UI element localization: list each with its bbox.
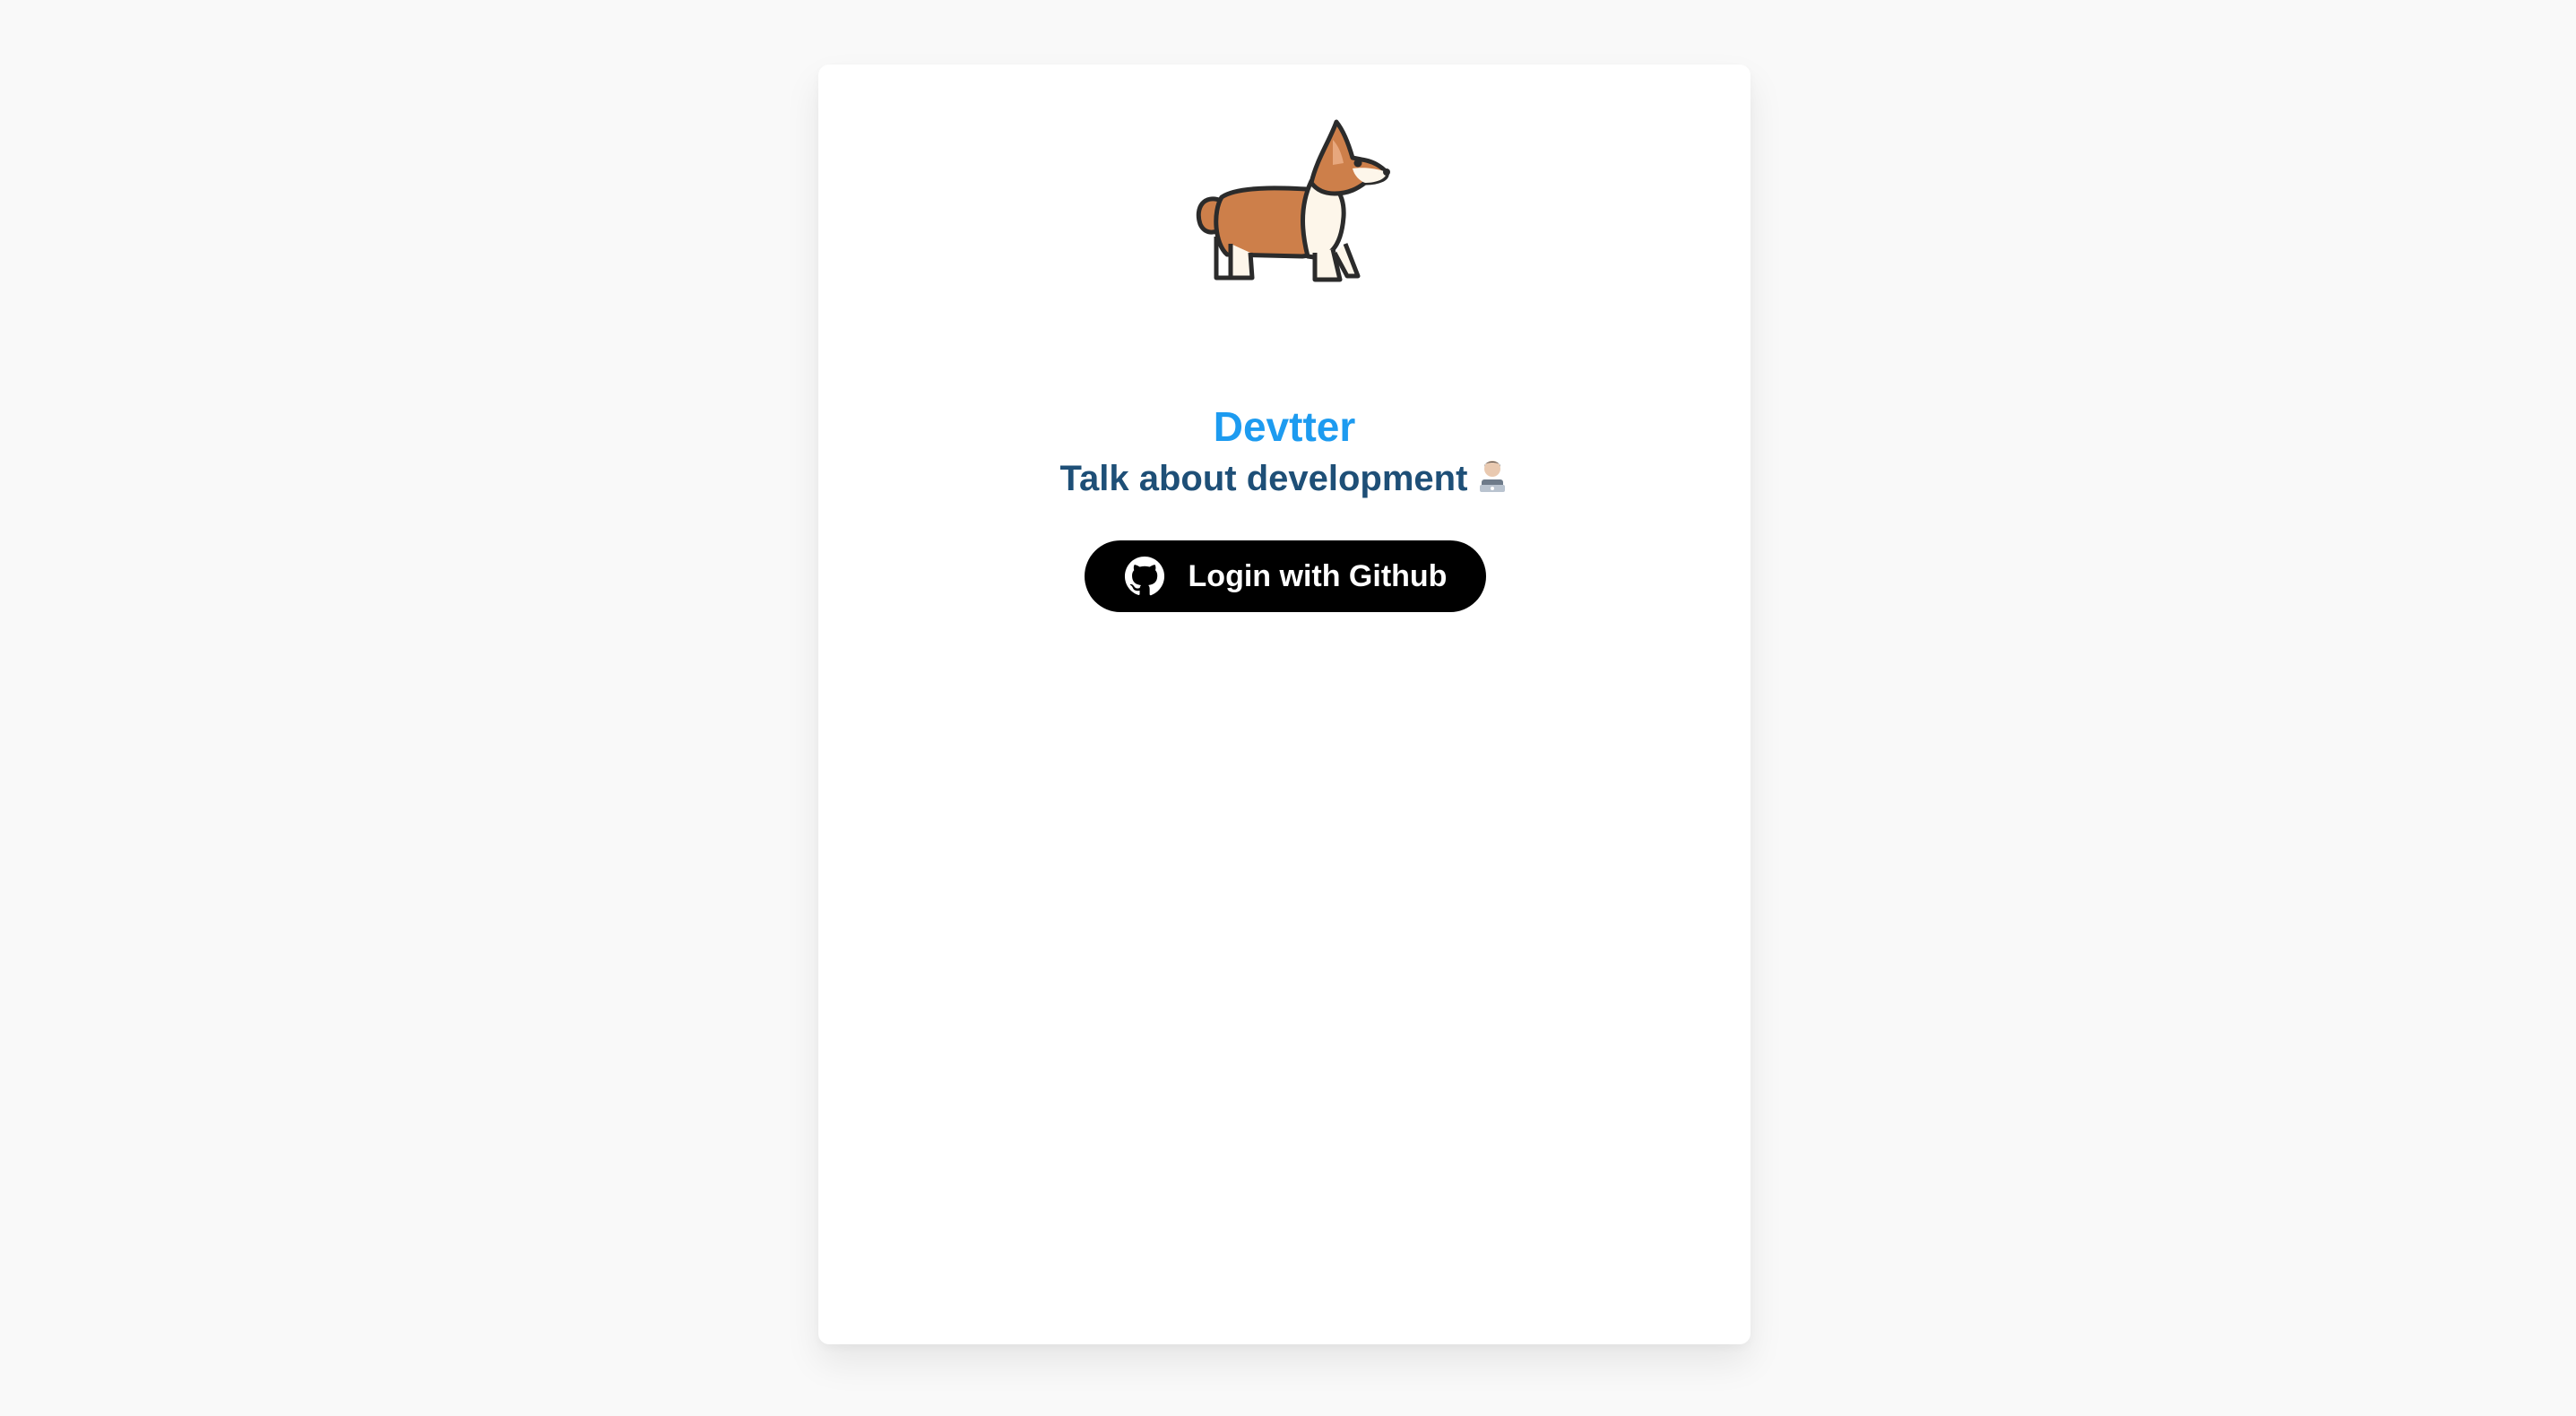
login-with-github-button[interactable]: Login with Github	[1085, 540, 1486, 612]
login-button-label: Login with Github	[1188, 558, 1448, 593]
technologist-emoji-icon	[1480, 461, 1506, 492]
github-icon	[1124, 556, 1164, 596]
corgi-logo-icon	[1196, 119, 1390, 282]
tagline-text: Talk about development	[1059, 459, 1468, 498]
brand-title: Devtter	[1213, 403, 1356, 450]
tagline: Talk about development	[818, 457, 1750, 500]
login-card: Devtter Talk about development Login wit…	[818, 65, 1750, 1344]
